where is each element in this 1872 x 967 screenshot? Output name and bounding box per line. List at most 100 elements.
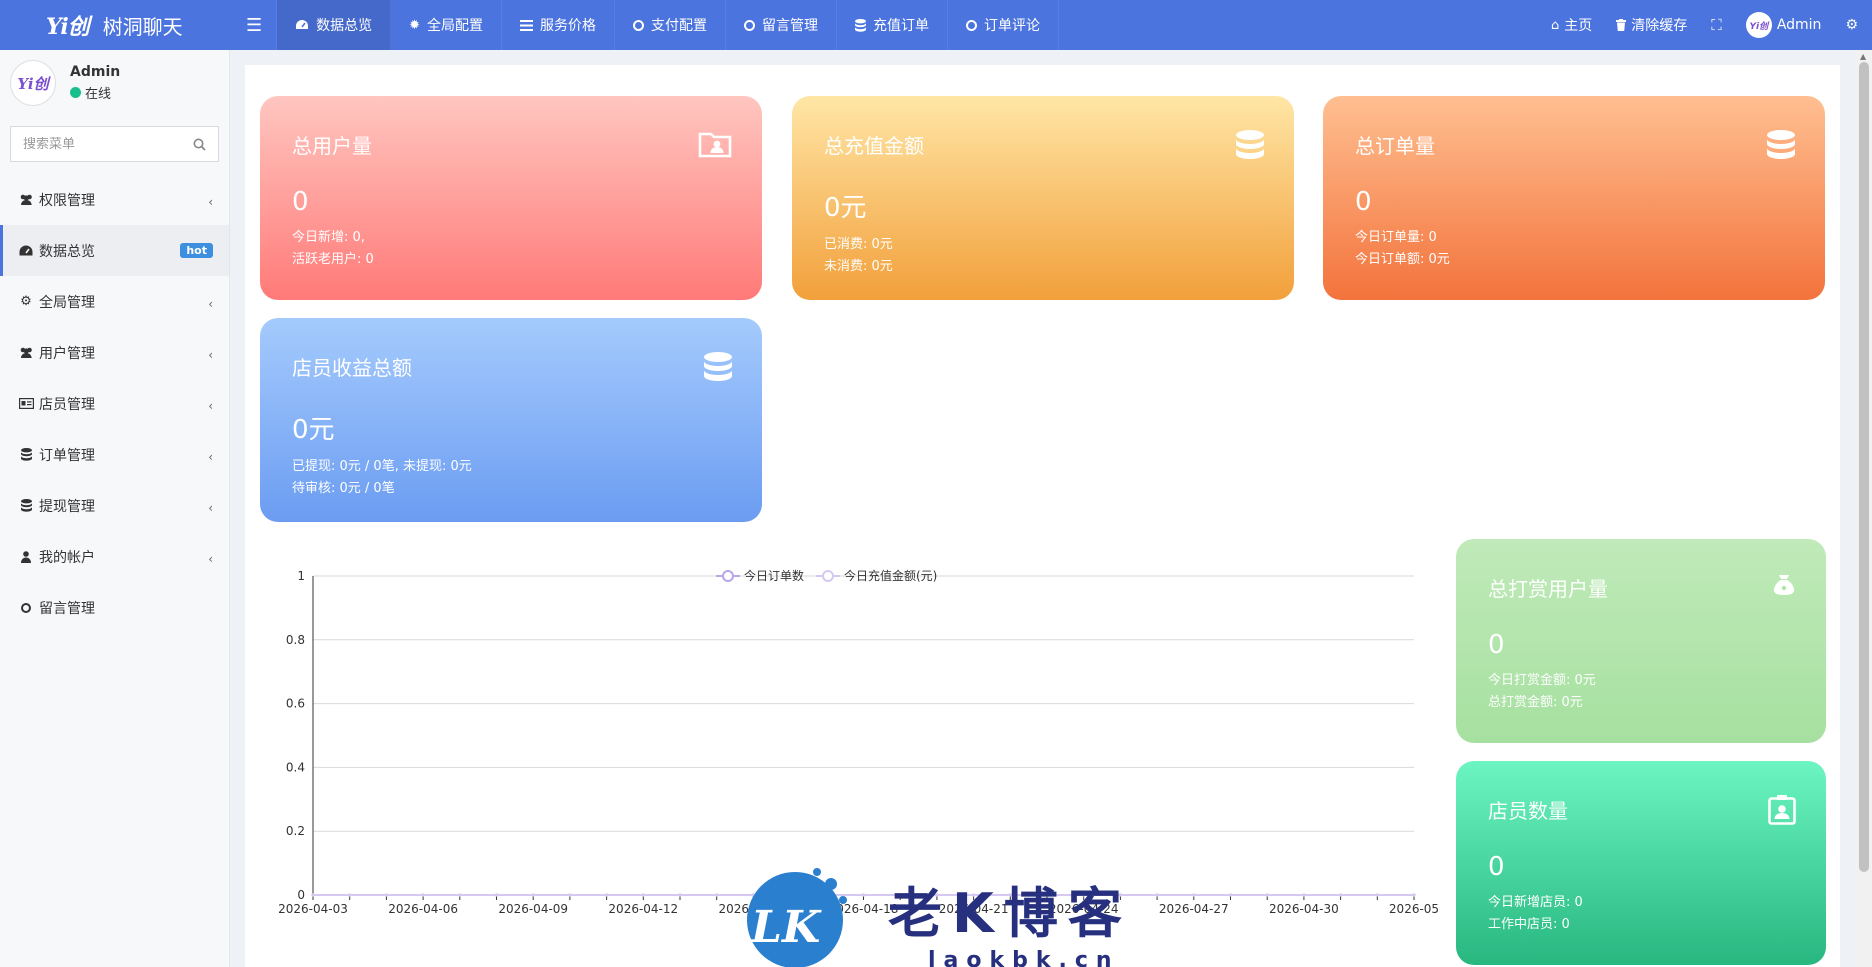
sidebar-item-account[interactable]: 我的帐户 ‹: [0, 531, 229, 582]
top-navbar: Yi创 树洞聊天 ☰ 数据总览 ✹ 全局配置 服务价格 支付配置 留言管理 充值…: [0, 0, 1872, 50]
home-label: 主页: [1564, 18, 1593, 34]
sidebar-item-label: 留言管理: [39, 600, 95, 617]
data-point: [421, 893, 425, 897]
data-point: [605, 893, 609, 897]
data-point: [1412, 893, 1416, 897]
sidebar-item-user[interactable]: 用户管理 ‹: [0, 327, 229, 378]
fullscreen-button[interactable]: ⛶: [1699, 0, 1734, 50]
topnav-global-config[interactable]: ✹ 全局配置: [391, 0, 503, 50]
sidebar-item-label: 提现管理: [39, 498, 95, 515]
y-tick-label: 0.2: [286, 824, 305, 838]
user-menu[interactable]: Yi创 Admin: [1734, 0, 1834, 50]
avatar: Yi创: [1745, 12, 1772, 38]
watermark-mark: LK: [749, 902, 822, 953]
topnav-order-reviews[interactable]: 订单评论: [948, 0, 1060, 50]
menu-search: [10, 126, 219, 162]
chevron-left-icon: ‹: [208, 398, 213, 413]
topnav-label: 留言管理: [762, 18, 819, 34]
scroll-thumb[interactable]: [1859, 62, 1869, 872]
scroll-up-icon[interactable]: ▲: [1860, 52, 1866, 61]
card-subtext-line: 今日新增: 0,: [292, 230, 365, 245]
data-point: [1155, 893, 1159, 897]
circle-icon: [633, 19, 645, 31]
card-staff-count: 店员数量 0 今日新增店员: 0 工作中店员: 0: [1456, 761, 1826, 965]
card-subtext: 今日打赏金额: 0元 总打赏金额: 0元: [1488, 670, 1794, 714]
card-subtext-line: 已提现: 0元 / 0笔, 未提现: 0元: [292, 459, 472, 474]
data-point: [1375, 893, 1379, 897]
card-title: 总充值金额: [824, 134, 924, 158]
chevron-left-icon: ‹: [208, 347, 213, 362]
data-point: [311, 893, 315, 897]
gear-icon: ✹: [409, 17, 421, 33]
sidebar-item-staff[interactable]: 店员管理 ‹: [0, 378, 229, 429]
card-total-orders: 总订单量 0 今日订单量: 0 今日订单额: 0元: [1323, 96, 1825, 300]
card-value: 0: [292, 187, 309, 217]
dashboard-icon: [17, 245, 35, 256]
gears-icon: ⚙: [1845, 17, 1858, 33]
topnav-message-manage[interactable]: 留言管理: [726, 0, 838, 50]
sidebar-item-label: 权限管理: [39, 192, 95, 209]
card-subtext-line: 未消费: 0元: [824, 259, 893, 274]
hamburger-icon: ☰: [246, 14, 263, 36]
database-icon: [1767, 130, 1795, 159]
card-value: 0: [1355, 187, 1372, 217]
watermark-text: 老K博客: [888, 882, 1132, 945]
sidebar-item-message[interactable]: 留言管理: [0, 582, 229, 633]
card-subtext-line: 今日订单额: 0元: [1355, 252, 1450, 267]
card-subtext-line: 总打赏金额: 0元: [1488, 695, 1583, 710]
card-total-users: 总用户量 0 今日新增: 0, 活跃老用户: 0: [260, 96, 762, 300]
topnav-label: 服务价格: [540, 18, 597, 34]
user-status-label: 在线: [85, 87, 112, 102]
topnav-service-price[interactable]: 服务价格: [502, 0, 616, 50]
search-input[interactable]: [23, 136, 193, 152]
chevron-left-icon: ‹: [208, 551, 213, 566]
sidebar-item-dashboard[interactable]: 数据总览 hot: [0, 225, 229, 276]
card-subtext: 今日新增店员: 0 工作中店员: 0: [1488, 892, 1794, 936]
card-subtext-line: 待审核: 0元 / 0笔: [292, 481, 395, 496]
data-point: [715, 893, 719, 897]
card-value: 0元: [292, 415, 335, 445]
id-badge-icon: [1768, 795, 1796, 825]
topnav-pay-config[interactable]: 支付配置: [615, 0, 727, 50]
legend-label: 今日充值金额(元): [844, 568, 937, 583]
x-tick-label: 2026-04-27: [1159, 902, 1229, 916]
top-nav: ☰ 数据总览 ✹ 全局配置 服务价格 支付配置 留言管理 充值订单 订单评论: [230, 0, 1060, 50]
settings-button[interactable]: ⚙: [1833, 0, 1872, 50]
data-point: [1192, 893, 1196, 897]
avatar: Yi创: [10, 60, 56, 106]
money-bag-icon: [1774, 575, 1794, 595]
x-tick-label: 2026-04-03: [278, 902, 348, 916]
card-subtext-line: 工作中店员: 0: [1488, 917, 1570, 932]
user-name: Admin: [70, 64, 121, 80]
data-point: [1228, 893, 1233, 897]
topnav-dashboard[interactable]: 数据总览: [277, 0, 392, 50]
x-tick-label: 2026-04-06: [388, 902, 458, 916]
sidebar-item-global[interactable]: ⚙ 全局管理 ‹: [0, 276, 229, 327]
folder-user-icon: [698, 132, 732, 158]
data-point: [348, 893, 352, 897]
online-dot-icon: [70, 87, 81, 98]
search-icon[interactable]: [193, 138, 206, 151]
page-scrollbar[interactable]: ▲: [1856, 50, 1872, 967]
sidebar-item-withdraw[interactable]: 提现管理 ‹: [0, 480, 229, 531]
card-subtext-line: 已消费: 0元: [824, 237, 893, 252]
y-tick-label: 0.4: [286, 760, 305, 774]
data-point: [458, 893, 462, 897]
clear-cache-button[interactable]: 清除缓存: [1604, 0, 1699, 50]
card-subtext-line: 今日打赏金额: 0元: [1488, 673, 1596, 688]
main-content: 总用户量 0 今日新增: 0, 活跃老用户: 0 总充值金额 0元 已消费: 0…: [245, 65, 1840, 967]
sidebar-item-label: 用户管理: [39, 345, 95, 362]
dashboard-icon: [296, 20, 309, 29]
brand[interactable]: Yi创 树洞聊天: [0, 0, 230, 50]
sidebar-item-order[interactable]: 订单管理 ‹: [0, 429, 229, 480]
sidebar-item-permission[interactable]: 权限管理 ‹: [0, 174, 229, 225]
legend-label: 今日订单数: [744, 568, 804, 583]
user-icon: [17, 550, 35, 563]
menu-toggle-button[interactable]: ☰: [230, 0, 278, 50]
home-link[interactable]: ⌂ 主页: [1539, 0, 1604, 50]
x-tick-label: 2026-04-09: [498, 902, 568, 916]
sidebar-item-label: 订单管理: [39, 447, 95, 464]
topnav-recharge-orders[interactable]: 充值订单: [837, 0, 949, 50]
user-info: Admin 在线: [70, 64, 120, 102]
legend-marker: [722, 570, 734, 582]
